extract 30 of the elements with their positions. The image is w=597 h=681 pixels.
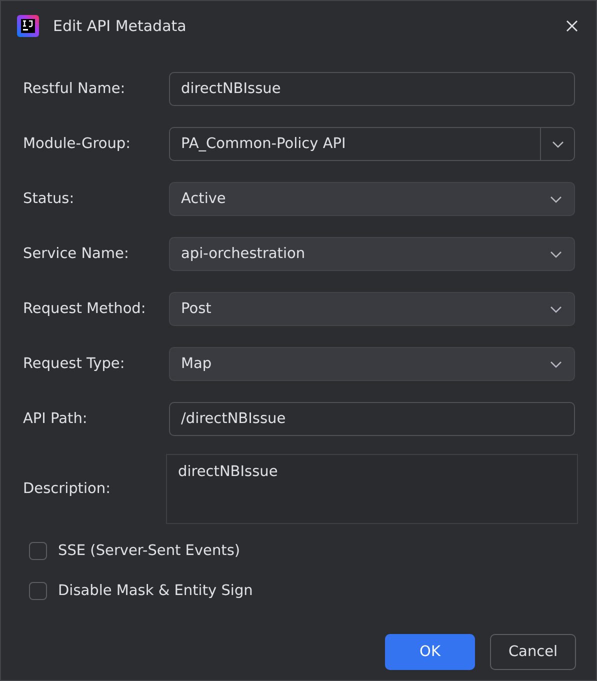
dropdown-field[interactable]: api-orchestration: [169, 237, 575, 271]
chevron-down-icon: [550, 360, 562, 368]
combo-field[interactable]: PA_Common-Policy API: [169, 127, 575, 161]
close-icon: [566, 20, 578, 32]
field-label: Module-Group:: [23, 136, 132, 152]
checkbox[interactable]: [29, 582, 47, 600]
cancel-button[interactable]: Cancel: [490, 634, 576, 670]
field-label: Status:: [23, 191, 76, 207]
text-field[interactable]: /directNBIssue: [169, 402, 575, 436]
field-label: Restful Name:: [23, 81, 126, 97]
chevron-down-icon: [552, 140, 564, 148]
field-label: Description:: [23, 481, 112, 497]
field-label: Request Method:: [23, 301, 147, 317]
chevron-down-icon: [550, 306, 562, 312]
ok-button[interactable]: OK: [385, 634, 475, 670]
dropdown-field[interactable]: Active: [169, 182, 575, 216]
dropdown-field[interactable]: Post: [169, 292, 575, 326]
window-title: Edit API Metadata: [53, 17, 188, 35]
checkbox-label: Disable Mask & Entity Sign: [58, 583, 253, 599]
field-label: Service Name:: [23, 246, 130, 262]
app-logo-icon: [17, 15, 39, 37]
dropdown-field[interactable]: Map: [169, 347, 575, 381]
text-area[interactable]: directNBIssue: [166, 454, 578, 524]
text-field[interactable]: directNBIssue: [169, 72, 575, 106]
chevron-down-icon: [550, 196, 562, 202]
chevron-down-icon: [550, 250, 562, 258]
checkbox[interactable]: [29, 542, 47, 560]
field-label: Request Type:: [23, 356, 126, 372]
checkbox-label: SSE (Server-Sent Events): [58, 543, 240, 559]
field-label: API Path:: [23, 411, 88, 427]
